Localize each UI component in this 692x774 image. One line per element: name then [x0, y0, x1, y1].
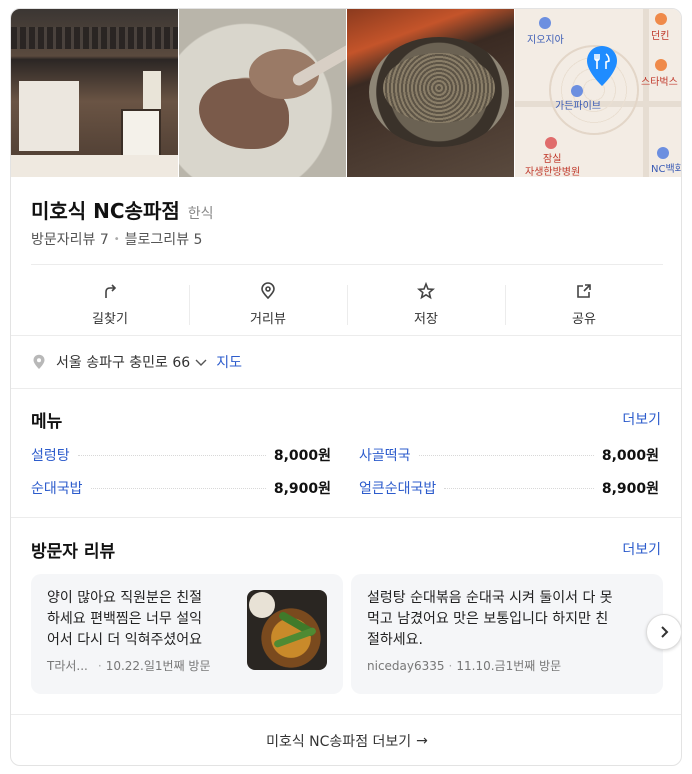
photo-pepper-bowl[interactable] — [347, 9, 515, 177]
menu-item[interactable]: 얼큰순대국밥 8,900원 — [359, 477, 659, 499]
map-label: 자생한방병원 — [525, 167, 581, 177]
see-more-label: 미호식 NC송파점 더보기 — [266, 734, 412, 750]
photo-strip: 지오지아 던킨 스타벅스 가든파이브 잠실 자생한방병원 NC백화 — [11, 9, 682, 177]
chevron-down-icon[interactable] — [194, 355, 208, 369]
review-card[interactable]: 양이 많아요 직원분은 친절 하세요 편백찜은 너무 설익 어서 다시 더 익혀… — [31, 574, 343, 694]
menu-item[interactable]: 순대국밥 8,900원 — [31, 477, 331, 499]
menu-item-price: 8,000원 — [601, 448, 659, 464]
map-link[interactable]: 지도 — [216, 352, 242, 372]
map-label: 스타벅스 — [641, 77, 678, 88]
review-meta: T라서... · 10.22.일1번째 방문 — [47, 657, 211, 674]
review-text: 설렁탕 순대볶음 순대국 시켜 둘이서 다 못 먹고 남겼어요 맛은 보통입니다… — [367, 590, 613, 648]
share-button[interactable]: 공유 — [505, 273, 663, 335]
hospital-icon — [545, 137, 557, 149]
menu-title: 메뉴 — [31, 412, 63, 432]
directions-icon — [105, 283, 117, 298]
menu-item-name[interactable]: 사골떡국 — [359, 445, 411, 465]
place-card: 지오지아 던킨 스타벅스 가든파이브 잠실 자생한방병원 NC백화 미호식 NC… — [10, 8, 682, 766]
place-category: 한식 — [187, 206, 214, 222]
divider — [11, 388, 681, 389]
street-view-label: 거리뷰 — [250, 311, 286, 327]
action-bar: 길찾기 거리뷰 저장 공유 — [31, 273, 663, 335]
divider — [11, 335, 681, 336]
place-title: 미호식 NC송파점 한식 — [31, 195, 214, 224]
review-author[interactable]: T라서... — [47, 657, 88, 674]
menu-item[interactable]: 설렁탕 8,000원 — [31, 444, 331, 466]
reviews-title: 방문자 리뷰 — [31, 542, 116, 562]
divider — [11, 517, 681, 518]
restaurant-pin-icon — [587, 46, 617, 86]
next-review-button[interactable] — [646, 614, 681, 650]
review-author[interactable]: niceday6335 — [367, 659, 445, 673]
menu-item-price: 8,000원 — [273, 448, 331, 464]
map-pin-icon — [261, 281, 275, 299]
chevron-right-icon — [661, 626, 669, 638]
review-date: 11.10.금1번째 방문 — [456, 659, 562, 673]
photo-storefront[interactable] — [11, 9, 179, 177]
directions-label: 길찾기 — [92, 311, 128, 327]
menu-item-name[interactable]: 설렁탕 — [31, 445, 70, 465]
review-card[interactable]: 설렁탕 순대볶음 순대국 시켜 둘이서 다 못 먹고 남겼어요 맛은 보통입니다… — [351, 574, 663, 694]
save-label: 저장 — [414, 311, 438, 327]
map-label: 지오지아 — [527, 35, 564, 46]
map-label: 던킨 — [651, 31, 670, 42]
address-text[interactable]: 서울 송파구 충민로 66 — [56, 352, 190, 372]
subway-icon — [539, 17, 551, 29]
map-thumbnail[interactable]: 지오지아 던킨 스타벅스 가든파이브 잠실 자생한방병원 NC백화 — [515, 9, 682, 177]
directions-button[interactable]: 길찾기 — [31, 273, 189, 335]
cafe-icon — [655, 59, 667, 71]
menu-item[interactable]: 사골떡국 8,000원 — [359, 444, 659, 466]
shopping-icon — [571, 85, 583, 97]
review-meta: niceday6335 · 11.10.금1번째 방문 — [367, 658, 562, 674]
share-label: 공유 — [572, 311, 596, 327]
see-more-link[interactable]: 미호식 NC송파점 더보기 → — [11, 715, 681, 765]
map-label: 가든파이브 — [555, 101, 601, 112]
menu-item-name[interactable]: 순대국밥 — [31, 478, 83, 498]
location-icon — [33, 354, 45, 369]
star-icon — [417, 281, 435, 299]
blog-review-count[interactable]: 블로그리뷰 5 — [125, 229, 203, 249]
arrow-right-icon: → — [416, 733, 428, 749]
street-view-button[interactable]: 거리뷰 — [189, 273, 347, 335]
divider — [31, 264, 663, 265]
review-photo[interactable] — [247, 590, 327, 670]
visitor-review-count[interactable]: 방문자리뷰 7 — [31, 229, 109, 249]
store-icon — [657, 147, 669, 159]
share-icon — [577, 283, 591, 298]
menu-more-link[interactable]: 더보기 — [622, 409, 661, 429]
review-text: 양이 많아요 직원분은 친절 하세요 편백찜은 너무 설익 어서 다시 더 익혀… — [47, 590, 203, 648]
menu-item-price: 8,900원 — [601, 481, 659, 497]
place-name[interactable]: 미호식 NC송파점 — [31, 195, 180, 224]
review-date: 10.22.일1번째 방문 — [105, 659, 211, 673]
menu-item-price: 8,900원 — [273, 481, 331, 497]
review-counts: 방문자리뷰 7 • 블로그리뷰 5 — [31, 229, 202, 249]
save-button[interactable]: 저장 — [347, 273, 505, 335]
address-row: 서울 송파구 충민로 66 지도 — [31, 349, 242, 375]
cafe-icon — [655, 13, 667, 25]
menu-item-name[interactable]: 얼큰순대국밥 — [359, 478, 436, 498]
map-label: NC백화 — [651, 164, 682, 175]
reviews-more-link[interactable]: 더보기 — [622, 539, 661, 559]
photo-soup[interactable] — [179, 9, 347, 177]
